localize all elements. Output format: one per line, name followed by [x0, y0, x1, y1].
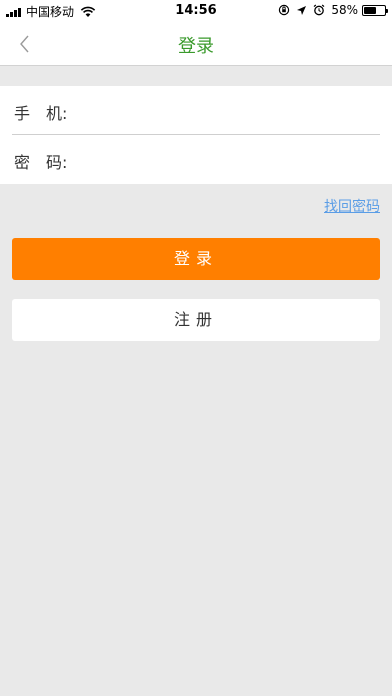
phone-input[interactable]: [92, 96, 378, 124]
location-icon: [296, 5, 307, 16]
password-label: 密 码:: [14, 153, 68, 172]
password-row: 密 码:: [0, 135, 392, 184]
register-button[interactable]: 注册: [12, 299, 380, 341]
page-title: 登录: [178, 36, 214, 57]
nav-bar: 登录: [0, 22, 392, 66]
screen-lock-icon: [278, 4, 290, 16]
phone-row: 手 机:: [0, 86, 392, 135]
status-right: 58%: [272, 3, 388, 17]
alarm-icon: [313, 4, 325, 16]
password-input[interactable]: [92, 145, 378, 173]
login-form: 手 机: 密 码:: [0, 86, 392, 184]
status-bar: 中国移动 14:56 58%: [0, 0, 392, 22]
battery-icon: [362, 4, 388, 16]
login-button[interactable]: 登录: [12, 238, 380, 280]
forgot-password-link[interactable]: 找回密码: [324, 196, 380, 216]
battery-percent: 58%: [331, 3, 358, 17]
battery-level: [364, 6, 376, 14]
phone-label: 手 机:: [14, 104, 68, 123]
